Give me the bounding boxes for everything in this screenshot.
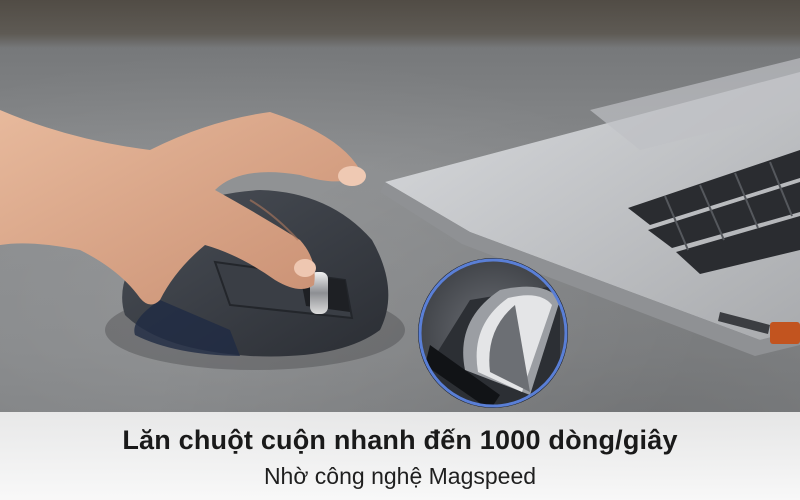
product-photo: Lăn chuột cuộn nhanh đến 1000 dòng/giây …	[0, 0, 800, 500]
usb-receiver	[770, 322, 800, 344]
fingertip-nail	[294, 259, 316, 277]
magnified-scroll-wheel-icon	[418, 258, 568, 408]
photo-illustration	[0, 58, 800, 408]
caption-banner: Lăn chuột cuộn nhanh đến 1000 dòng/giây …	[0, 412, 800, 500]
fingernail	[338, 166, 366, 186]
caption-title: Lăn chuột cuộn nhanh đến 1000 dòng/giây	[122, 425, 678, 455]
caption-subtitle: Nhờ công nghệ Magspeed	[263, 463, 537, 489]
